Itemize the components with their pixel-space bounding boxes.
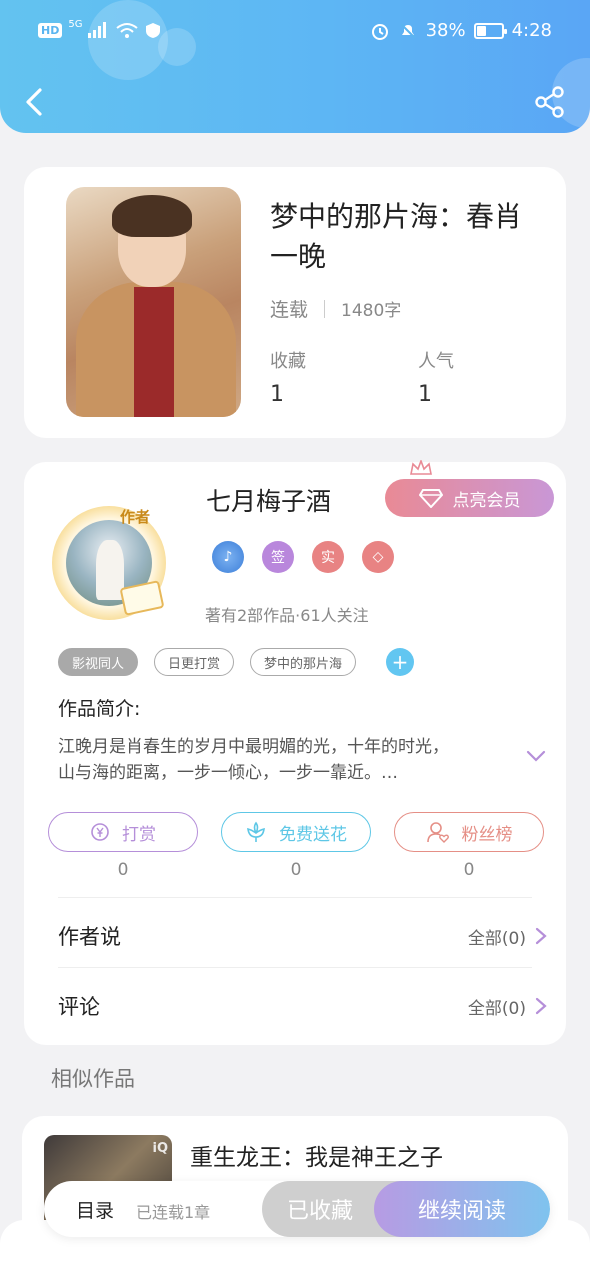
book-status: 连载 [270, 299, 309, 321]
popularity-label: 人气 [418, 351, 454, 372]
author-says-label: 作者说 [58, 925, 121, 949]
tip-label: 打赏 [122, 824, 156, 845]
music-medal-icon[interactable]: ♪ [212, 541, 244, 573]
signal-icon [88, 22, 107, 38]
alarm-icon [371, 23, 388, 40]
comments-label: 评论 [58, 995, 100, 1019]
intro-label: 作品简介: [58, 698, 141, 720]
yen-coin-icon [91, 823, 109, 841]
free-flower-label: 免费送花 [279, 824, 347, 845]
crown-icon [410, 460, 432, 475]
tip-button[interactable]: 打赏 [48, 812, 198, 852]
divider [58, 897, 532, 898]
flower-icon [247, 821, 265, 842]
user-heart-icon [426, 822, 449, 843]
author-badge: 作者 [120, 508, 151, 526]
tag-item[interactable]: 梦中的那片海 [250, 648, 357, 676]
back-button[interactable] [18, 82, 58, 122]
signed-medal-icon[interactable]: 签 [262, 541, 294, 573]
share-button[interactable] [530, 82, 570, 122]
similar-book-title: 重生龙王：我是神王之子 [190, 1145, 443, 1171]
intro-line: 江晚月是肖春生的岁月中最明媚的光，十年的时光， [58, 737, 449, 757]
shield-heart-icon [146, 23, 161, 38]
platform-mark: iQ [152, 1141, 168, 1156]
free-flower-button[interactable]: 免费送花 [221, 812, 371, 852]
continue-reading-label: 继续阅读 [417, 1199, 506, 1224]
author-avatar[interactable]: 作者 [52, 506, 166, 620]
fans-rank-label: 粉丝榜 [461, 824, 513, 845]
intro-line: 山与海的距离，一步一倾心，一步一靠近。… [58, 763, 398, 783]
battery-percent: 38% [425, 20, 466, 41]
divider [58, 967, 532, 968]
vip-button[interactable]: 点亮会员 [385, 479, 554, 517]
favorited-label: 已收藏 [286, 1199, 353, 1224]
bottom-action-bar: 目录 已连载1章 已收藏 继续阅读 [44, 1181, 550, 1237]
clock: 4:28 [511, 20, 552, 41]
tag-item[interactable]: 日更打赏 [154, 648, 235, 676]
chevron-right-icon [535, 927, 547, 945]
wifi-icon [116, 23, 139, 38]
fans-rank-button[interactable]: 粉丝榜 [394, 812, 544, 852]
book-info-card: 梦中的那片海：春肖一晚 连载 1480字 收藏 1 人气 1 [24, 167, 566, 438]
fans-count: 0 [463, 860, 475, 880]
author-says-all: 全部(0) [467, 928, 526, 949]
similar-section-title: 相似作品 [51, 1067, 135, 1091]
popularity-value: 1 [418, 382, 432, 407]
favorites-value: 1 [270, 382, 284, 407]
medal-list: ♪ 签 实 ◇ [212, 541, 394, 573]
chevron-left-icon [26, 88, 42, 116]
hd-badge: HD [38, 22, 63, 38]
meta-divider [324, 299, 326, 318]
status-bar: HD 5G 38% 4:28 [0, 18, 590, 48]
intro-text: 江晚月是肖春生的岁月中最明媚的光，十年的时光， 山与海的距离，一步一倾心，一步一… [58, 734, 518, 786]
chapter-count: 已连载1章 [136, 1203, 211, 1222]
continue-reading-button[interactable]: 继续阅读 [374, 1181, 550, 1237]
vip-button-label: 点亮会员 [452, 490, 521, 511]
signal-label: 5G [68, 18, 83, 30]
author-name[interactable]: 七月梅子酒 [206, 482, 331, 518]
word-count: 1480字 [341, 301, 402, 321]
mute-bell-icon [399, 22, 416, 39]
battery-icon [473, 22, 507, 39]
author-card: 作者 七月梅子酒 点亮会员 ♪ 签 实 ◇ 著有2部作品·61人关注 影视同人 … [24, 460, 566, 1045]
add-tag-button[interactable]: + [386, 648, 415, 676]
chevron-down-icon[interactable] [524, 746, 548, 766]
book-cover-image [66, 187, 241, 417]
diamond-medal-icon[interactable]: ◇ [362, 541, 394, 573]
tag-list: 影视同人 日更打赏 梦中的那片海 + [58, 648, 415, 676]
tag-item[interactable]: 影视同人 [58, 648, 139, 676]
tip-count: 0 [117, 860, 129, 880]
verified-medal-icon[interactable]: 实 [312, 541, 344, 573]
share-icon [535, 86, 564, 118]
toc-button[interactable]: 目录 [76, 1196, 114, 1223]
book-title: 梦中的那片海：春肖一晚 [270, 200, 523, 273]
header: HD 5G 38% 4:28 [0, 0, 590, 133]
author-stats: 著有2部作品·61人关注 [205, 606, 369, 625]
comments-row[interactable]: 评论 全部(0) [58, 976, 548, 1036]
chevron-right-icon [535, 997, 547, 1015]
book-meta: 连载 1480字 [270, 295, 401, 322]
comments-all: 全部(0) [467, 998, 526, 1019]
author-says-row[interactable]: 作者说 全部(0) [58, 906, 548, 966]
favorites-label: 收藏 [270, 351, 306, 372]
diamond-icon [418, 489, 443, 508]
flower-count: 0 [290, 860, 302, 880]
